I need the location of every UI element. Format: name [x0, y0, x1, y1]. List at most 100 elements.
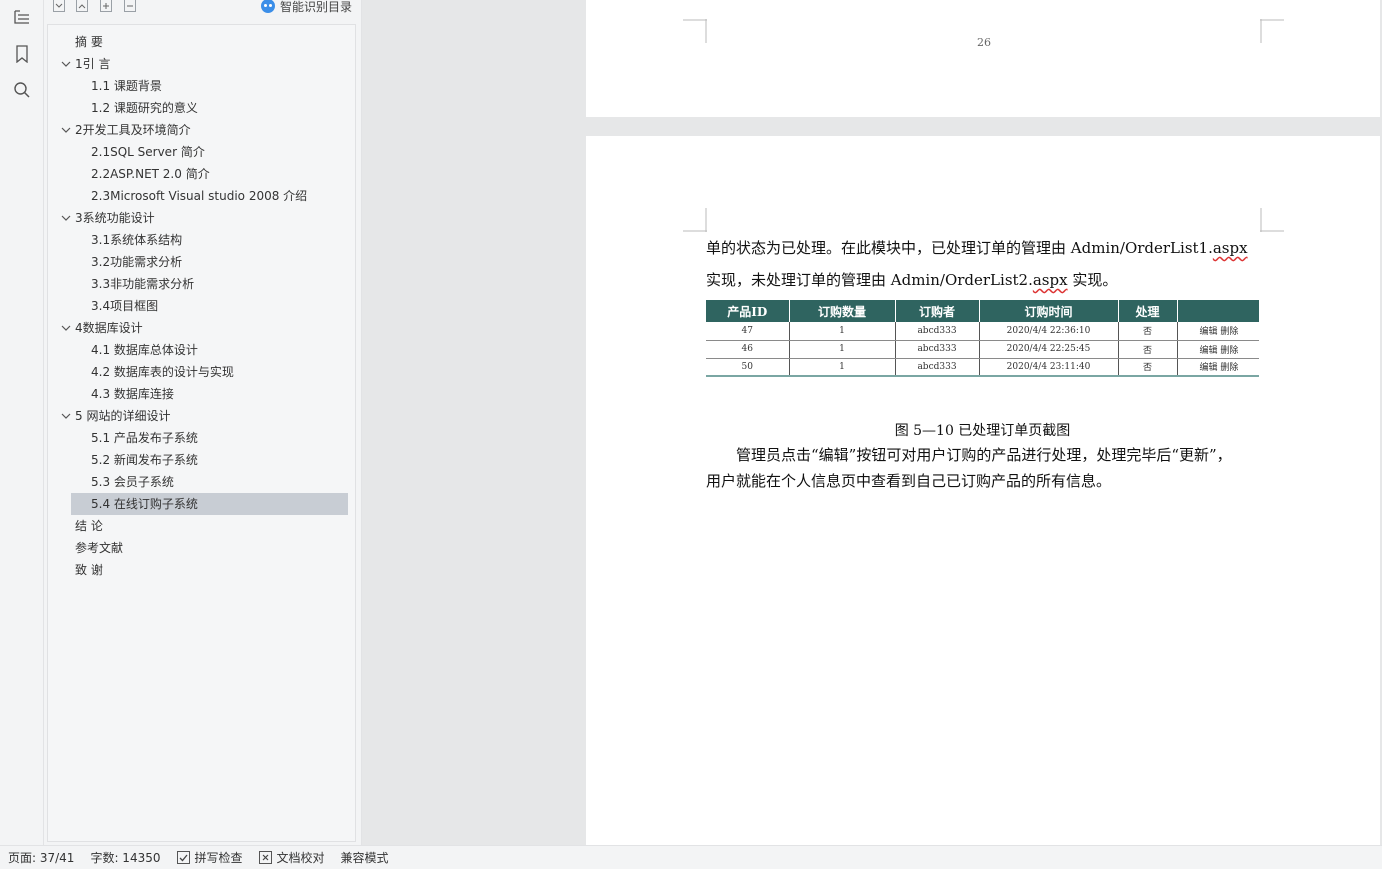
toc-item[interactable]: 1.2 课题研究的意义 [48, 97, 355, 119]
toc-item-label: 2.1SQL Server 简介 [91, 145, 205, 159]
toc-item-label: 2.3Microsoft Visual studio 2008 介绍 [91, 189, 308, 203]
paragraph-line[interactable]: 用户就能在个人信息页中查看到自己已订购产品的所有信息。 [706, 468, 1262, 494]
smart-toc-button[interactable]: 智能识别目录 [260, 0, 352, 14]
toc-item-label: 4.2 数据库表的设计与实现 [91, 365, 234, 379]
status-bar: 页面: 37/41 字数: 14350 拼写检查 文档校对 兼容模式 [0, 845, 1382, 869]
toc-item[interactable]: 1引 言 [48, 53, 355, 75]
table-cell: 2020/4/4 23:11:40 [979, 358, 1119, 377]
toc-item[interactable]: 3.4项目框图 [48, 295, 355, 317]
chevron-up-icon [78, 3, 86, 8]
toc-item[interactable]: 2.2ASP.NET 2.0 简介 [48, 163, 355, 185]
table-cell: 否 [1118, 322, 1178, 341]
toc-item[interactable]: 2.1SQL Server 简介 [48, 141, 355, 163]
toc-item[interactable]: 3系统功能设计 [48, 207, 355, 229]
toc-item[interactable]: 摘 要 [48, 31, 355, 53]
toc-item-label: 摘 要 [75, 35, 103, 49]
text-run: 单的状态为已处理。在此模块中，已处理订单的管理由 Admin/OrderList… [706, 239, 1213, 257]
doc-proof-label: 文档校对 [276, 851, 325, 865]
table-row: 46 1 abcd333 2020/4/4 22:25:45 否编辑 删除 [706, 340, 1259, 359]
toc-item-label: 3.1系统体系结构 [91, 233, 183, 247]
plus-icon [103, 2, 109, 9]
margin-corner-mark [683, 208, 707, 232]
toc-item-label: 5 网站的详细设计 [75, 409, 171, 423]
toc-item[interactable]: 3.1系统体系结构 [48, 229, 355, 251]
chevron-down-icon[interactable] [60, 124, 72, 136]
table-header-cell: 处理 [1118, 300, 1178, 322]
paragraph-line[interactable]: 管理员点击“编辑”按钮可对用户订购的产品进行处理，处理完毕后“更新”， [706, 442, 1262, 468]
margin-corner-mark [1260, 19, 1284, 43]
toc-item[interactable]: 结 论 [48, 515, 355, 537]
table-cell: abcd333 [895, 340, 980, 359]
toc-item[interactable]: 4.1 数据库总体设计 [48, 339, 355, 361]
chevron-down-icon[interactable] [60, 58, 72, 70]
search-icon[interactable] [11, 79, 33, 101]
expand-button[interactable] [100, 0, 112, 12]
spell-check-label: 拼写检查 [194, 851, 243, 865]
toc-item[interactable]: 5.3 会员子系统 [48, 471, 355, 493]
expand-up-button[interactable] [76, 0, 88, 12]
table-cell: 47 [706, 322, 790, 341]
table-cell: 2020/4/4 22:36:10 [979, 322, 1119, 341]
table-header-cell: 订购数量 [789, 300, 896, 322]
collapse-all-button[interactable] [53, 0, 65, 12]
doc-proof-button[interactable]: 文档校对 [251, 849, 333, 866]
toc-item-label: 2开发工具及环境简介 [75, 123, 191, 137]
word-count[interactable]: 字数: 14350 [82, 849, 168, 866]
chevron-down-icon[interactable] [60, 322, 72, 334]
text-run: 实现，未处理订单的管理由 Admin/OrderList2. [706, 271, 1033, 289]
chevron-down-icon[interactable] [60, 410, 72, 422]
toc-item-label: 5.2 新闻发布子系统 [91, 453, 198, 467]
toc-item-label: 1引 言 [75, 57, 111, 71]
body-text-line[interactable]: 单的状态为已处理。在此模块中，已处理订单的管理由 Admin/OrderList… [706, 237, 1262, 258]
spelling-error-run[interactable]: aspx [1033, 271, 1068, 289]
smart-toc-label: 智能识别目录 [279, 0, 352, 14]
margin-corner-mark [1260, 208, 1284, 232]
spelling-error-run[interactable]: aspx [1213, 239, 1248, 257]
table-cell: abcd333 [895, 358, 980, 377]
toc-item-label: 3.3非功能需求分析 [91, 277, 195, 291]
bookmark-icon[interactable] [11, 43, 33, 65]
toc-item[interactable]: 5 网站的详细设计 [48, 405, 355, 427]
toc-item[interactable]: 5.2 新闻发布子系统 [48, 449, 355, 471]
navigation-pane: 智能识别目录 摘 要 1引 言 1.1 课题背景 1.2 课题研究的意义 2开发工具及环… [44, 0, 362, 845]
table-row: 50 1 abcd333 2020/4/4 23:11:40 否编辑 删除 [706, 358, 1259, 377]
table-cell: 编辑 删除 [1177, 340, 1259, 359]
toc-item[interactable]: 2.3Microsoft Visual studio 2008 介绍 [48, 185, 355, 207]
outline-icon[interactable] [11, 6, 33, 28]
nav-toolbar: 智能识别目录 [44, 0, 362, 14]
figure-caption: 图 5—10 已处理订单页截图 [894, 423, 1071, 439]
toc-item[interactable]: 2开发工具及环境简介 [48, 119, 355, 141]
table-header-row: 产品ID 订购数量 订购者 订购时间 处理 [706, 300, 1259, 322]
toc-item[interactable]: 4.2 数据库表的设计与实现 [48, 361, 355, 383]
toc-item[interactable]: 4数据库设计 [48, 317, 355, 339]
text-run: 实现。 [1067, 271, 1118, 289]
table-cell: 否 [1118, 340, 1178, 359]
toc-item[interactable]: 1.1 课题背景 [48, 75, 355, 97]
toc-item-label: 3.4项目框图 [91, 299, 159, 313]
orders-table-figure: 产品ID 订购数量 订购者 订购时间 处理 47 1 abcd333 2020/4/4 22:… [706, 300, 1259, 377]
toc-panel: 摘 要 1引 言 1.1 课题背景 1.2 课题研究的意义 2开发工具及环境简介 2.1S… [47, 24, 356, 842]
toc-item-label: 5.1 产品发布子系统 [91, 431, 198, 445]
collapse-button[interactable] [124, 0, 136, 12]
table-cell: 50 [706, 358, 790, 377]
toc-item[interactable]: 3.2功能需求分析 [48, 251, 355, 273]
toc-item[interactable]: 5.4 在线订购子系统 [71, 493, 348, 515]
table-header-cell: 订购时间 [979, 300, 1119, 322]
body-text-line[interactable]: 实现，未处理订单的管理由 Admin/OrderList2.aspx 实现。 [706, 269, 1262, 290]
smart-toc-icon [260, 0, 275, 13]
chevron-down-icon[interactable] [60, 212, 72, 224]
page-previous [586, 0, 1380, 117]
table-cell: abcd333 [895, 322, 980, 341]
page-indicator[interactable]: 页面: 37/41 [0, 849, 82, 866]
toc-item-label: 致 谢 [75, 563, 103, 577]
toc-item[interactable]: 3.3非功能需求分析 [48, 273, 355, 295]
toc-item[interactable]: 参考文献 [48, 537, 355, 559]
compat-mode-indicator[interactable]: 兼容模式 [333, 849, 397, 866]
spell-check-button[interactable]: 拼写检查 [169, 849, 251, 866]
toc-item[interactable]: 5.1 产品发布子系统 [48, 427, 355, 449]
toc-item-label: 4数据库设计 [75, 321, 143, 335]
toc-item[interactable]: 致 谢 [48, 559, 355, 581]
toc-item-label: 结 论 [75, 519, 103, 533]
toc-item[interactable]: 4.3 数据库连接 [48, 383, 355, 405]
table-cell: 1 [789, 340, 896, 359]
